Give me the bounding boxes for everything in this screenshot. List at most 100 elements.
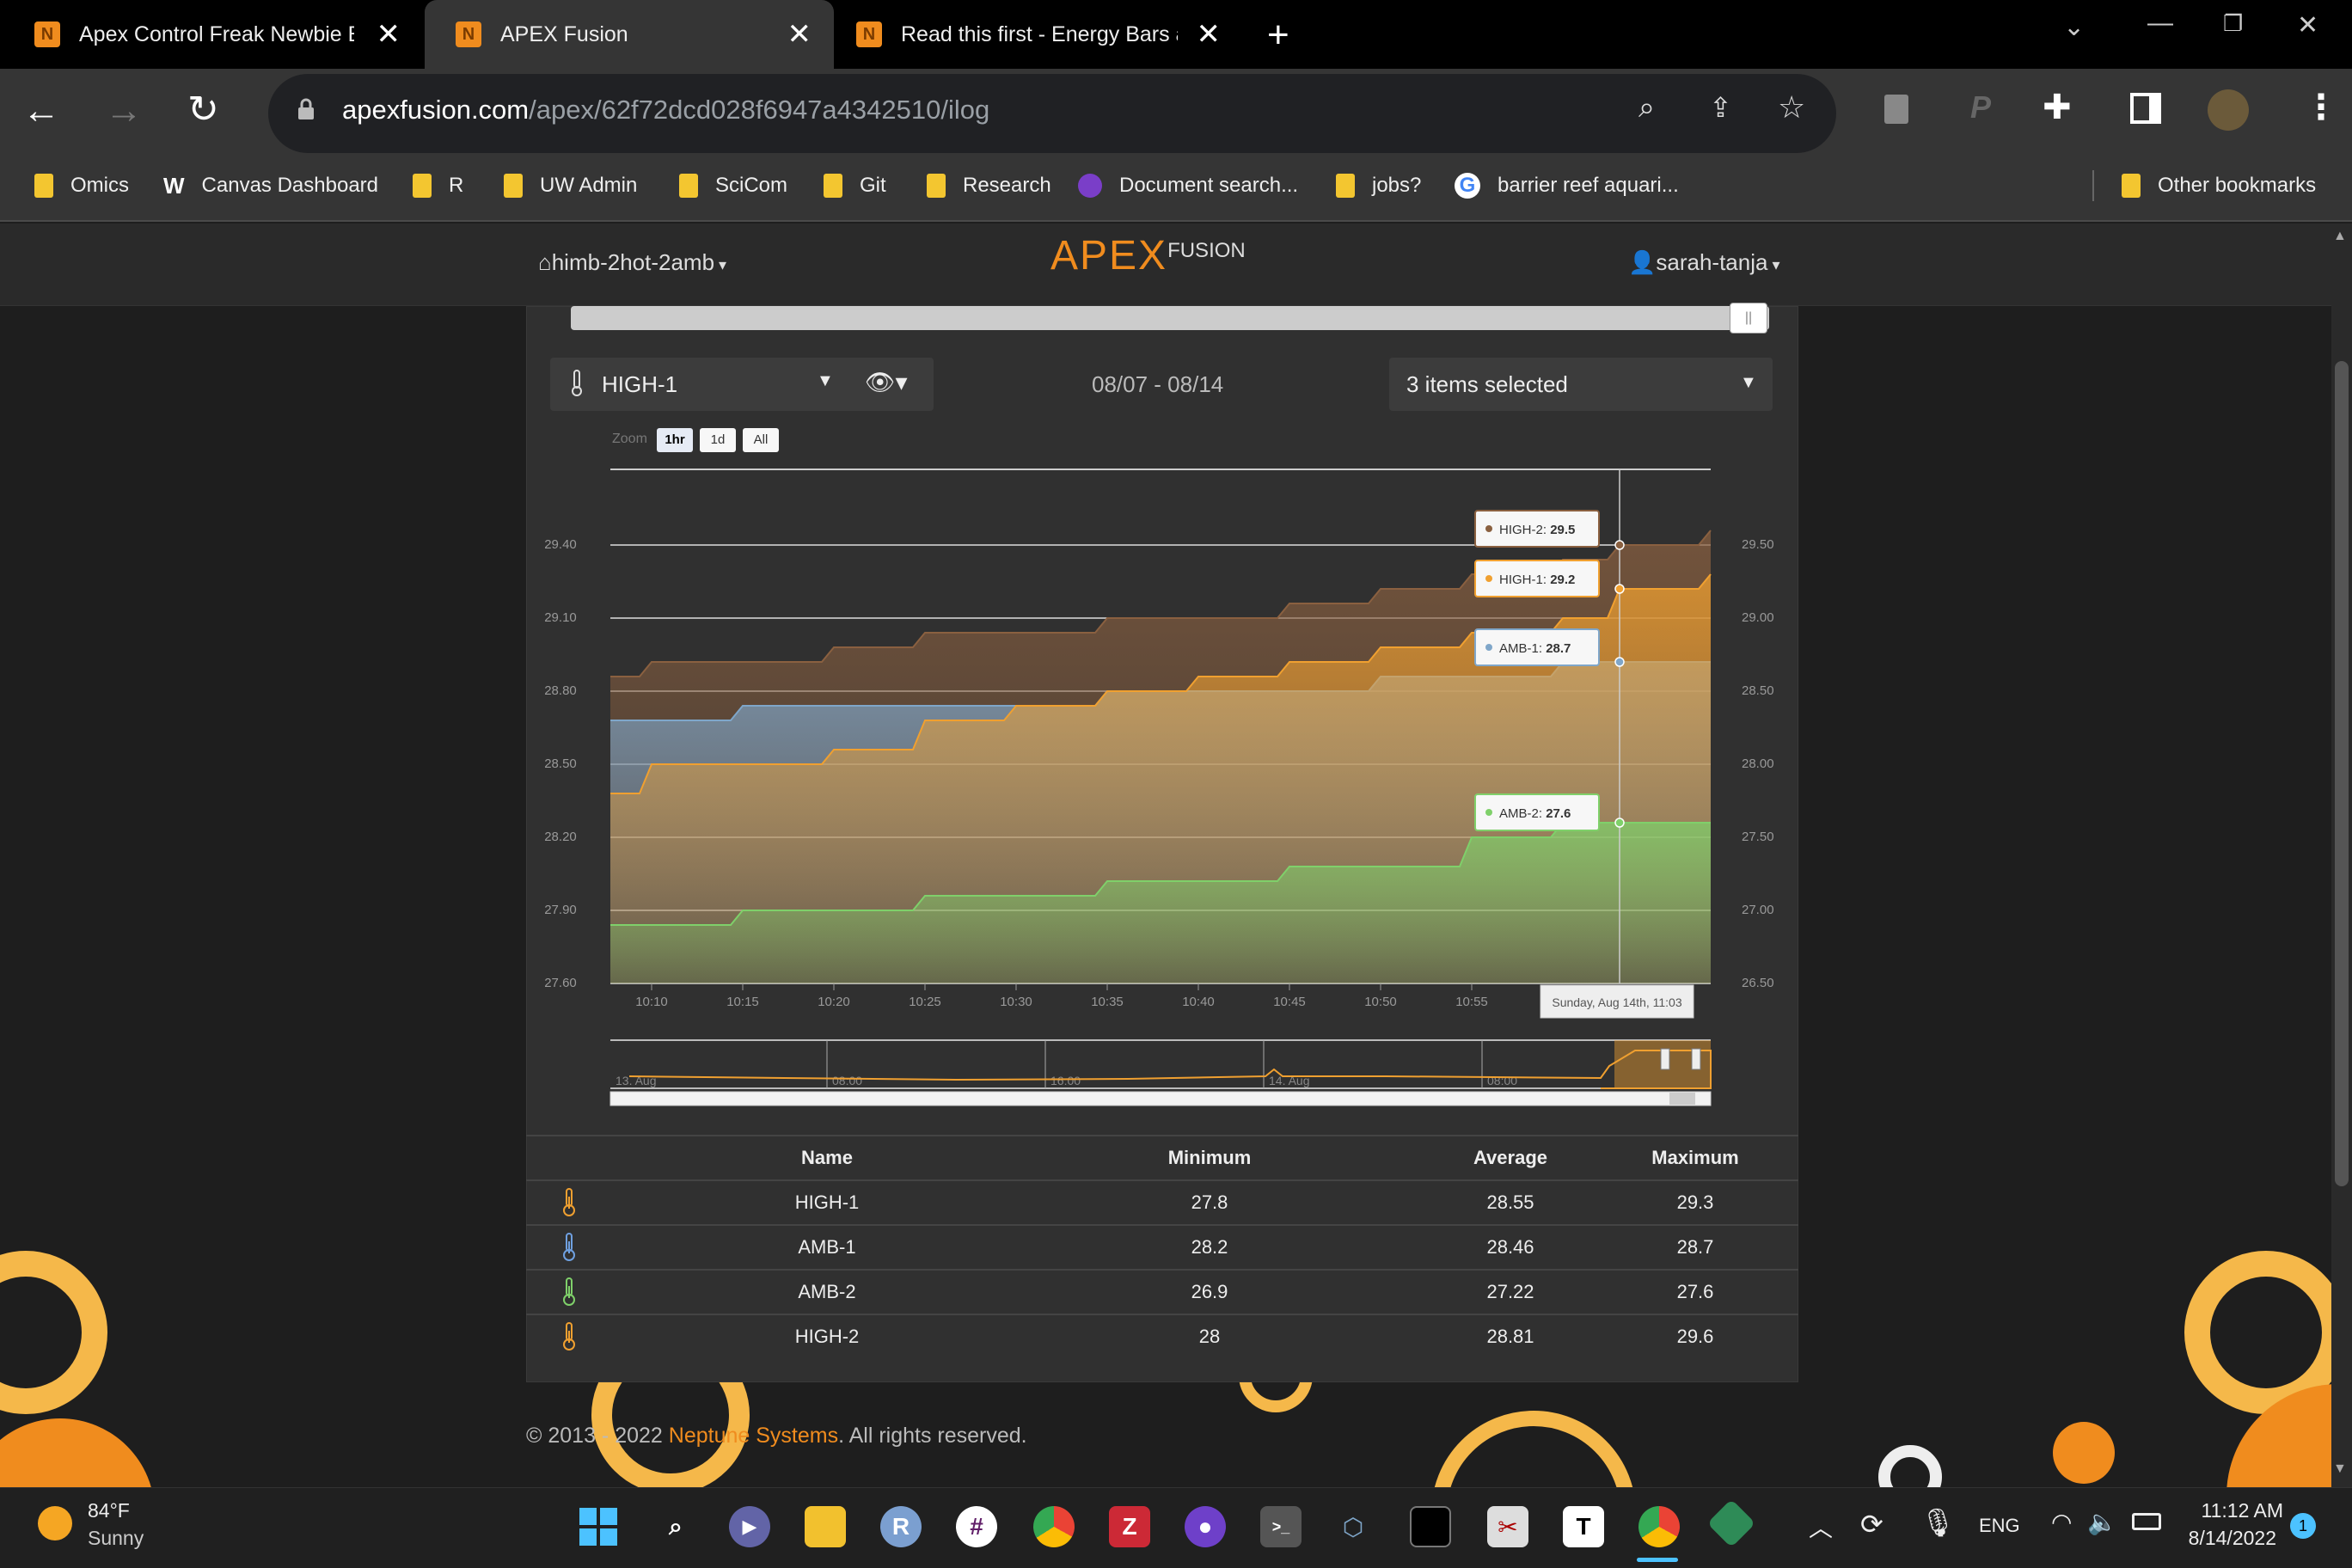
bookmark-barrier-reef[interactable]: Gbarrier reef aquari... — [1455, 168, 1679, 203]
wifi-icon[interactable]: ◠ — [2051, 1508, 2072, 1536]
zoom-all-button[interactable]: All — [743, 428, 779, 452]
bookmark-other[interactable]: Other bookmarks — [2122, 168, 2316, 203]
date-range-slider[interactable]: || — [571, 303, 1769, 334]
tab-search-icon[interactable]: ⌄ — [2063, 12, 2085, 42]
r-app-icon[interactable]: R — [880, 1506, 922, 1547]
user-dropdown[interactable]: 👤sarah-tanja ▾ — [1628, 249, 1780, 276]
device-dropdown[interactable]: ⌂himb-2hot-2amb ▾ — [538, 249, 726, 276]
new-tab-icon[interactable]: + — [1267, 14, 1289, 57]
stats-max: 29.6 — [1676, 1326, 1714, 1347]
window-app-icon[interactable] — [1410, 1506, 1451, 1547]
menu-icon[interactable]: ⋮ — [2304, 88, 2338, 127]
close-tab-icon[interactable]: ✕ — [787, 19, 812, 50]
folder-icon — [1336, 174, 1355, 198]
profile-avatar[interactable] — [2208, 89, 2249, 131]
github-desktop-icon[interactable]: ● — [1185, 1506, 1226, 1547]
logo-fusion-text: FUSION — [1167, 239, 1246, 262]
close-tab-icon[interactable]: ✕ — [377, 19, 401, 50]
extensions-icon[interactable]: ✚ — [2043, 88, 2072, 127]
probe-select-value: HIGH-1 — [602, 371, 678, 397]
navigator-scrollbar — [609, 1091, 1712, 1106]
terminal-icon[interactable]: >_ — [1260, 1506, 1302, 1547]
weather-temp[interactable]: 84°F — [88, 1499, 130, 1522]
active-app-indicator — [1637, 1558, 1678, 1562]
footer-copyright: © 2013 - 2022 Neptune Systems. All right… — [526, 1424, 1027, 1449]
bookmark-document-search[interactable]: Document search... — [1078, 168, 1298, 203]
y-left-tick-label: 27.60 — [544, 976, 577, 990]
tab-title: Apex Control Freak Newbie EL — [79, 21, 354, 46]
minimize-icon[interactable]: — — [2147, 9, 2173, 38]
zoom-1d-button[interactable]: 1d — [700, 428, 736, 452]
show-hidden-icons[interactable]: ︿ — [1809, 1510, 1833, 1544]
forward-icon[interactable]: → — [105, 89, 143, 132]
clock-date[interactable]: 8/14/2022 — [2184, 1527, 2276, 1550]
bookmark-r[interactable]: R — [413, 168, 463, 203]
slack-icon[interactable]: # — [956, 1506, 997, 1547]
page-scrollbar[interactable]: ▲ ▼ — [2331, 224, 2352, 1487]
virtualbox-icon[interactable]: ⬡ — [1332, 1506, 1374, 1547]
bookmark-jobs[interactable]: jobs? — [1336, 168, 1421, 203]
notification-badge[interactable]: 1 — [2290, 1513, 2316, 1539]
reader-icon[interactable] — [1884, 95, 1908, 124]
close-tab-icon[interactable]: ✕ — [1197, 19, 1222, 50]
x-tick-label: 10:15 — [726, 995, 759, 1009]
weather-sun-icon[interactable] — [38, 1506, 72, 1540]
reload-icon[interactable]: ↻ — [187, 88, 219, 132]
temperature-chart[interactable]: 27.60 26.50 27.90 27.00 28.20 27.50 28.50 28.00… — [526, 456, 1798, 1118]
y-right-tick-label: 26.50 — [1742, 976, 1774, 990]
bookmark-label: Document search... — [1119, 174, 1299, 197]
snipping-tool-icon[interactable]: ✂ — [1487, 1506, 1528, 1547]
zoom-icon[interactable]: ⌕ — [1638, 91, 1655, 125]
series-multiselect[interactable]: 3 items selected ▼ — [1389, 358, 1773, 411]
tab-read-this-first[interactable]: N Read this first - Energy Bars an ✕ — [836, 0, 1243, 69]
tooltip-high-1: HIGH-1: 29.2 — [1474, 560, 1600, 597]
sync-icon[interactable]: ⟳ — [1860, 1508, 1883, 1540]
chrome-icon[interactable] — [1033, 1506, 1075, 1547]
restore-icon[interactable]: ❐ — [2223, 10, 2243, 37]
slider-handle[interactable]: || — [1730, 303, 1767, 334]
eye-toggle-icon[interactable]: 👁▾ — [865, 368, 908, 396]
typora-icon[interactable]: T — [1563, 1506, 1604, 1547]
window-close-icon[interactable]: ✕ — [2297, 10, 2318, 40]
teams-icon[interactable]: ▶ — [729, 1506, 770, 1547]
logo-apex-text: APEX — [1050, 233, 1168, 279]
paypal-icon[interactable]: P — [1970, 89, 1991, 126]
apex-fusion-logo[interactable]: APEXFUSION — [1050, 232, 1246, 279]
scroll-down-icon[interactable]: ▼ — [2333, 1461, 2347, 1477]
tab-apex-control-freak[interactable]: N Apex Control Freak Newbie EL ✕ — [0, 0, 423, 69]
col-header-minimum: Minimum — [1167, 1147, 1252, 1168]
bookmark-uw-admin[interactable]: UW Admin — [504, 168, 637, 203]
windows-start-icon[interactable] — [578, 1506, 619, 1547]
y-right-tick-label: 27.50 — [1742, 830, 1774, 844]
bookmark-omics[interactable]: Omics — [34, 168, 129, 203]
search-icon[interactable]: ⌕ — [655, 1506, 696, 1547]
back-icon[interactable]: ← — [22, 89, 60, 132]
bookmark-star-icon[interactable]: ☆ — [1778, 89, 1805, 126]
address-bar[interactable]: apexfusion.com/apex/62f72dcd028f6947a434… — [268, 74, 1836, 153]
tab-apex-fusion[interactable]: N APEX Fusion ✕ — [425, 0, 834, 69]
chrome-profile-icon[interactable] — [1638, 1506, 1680, 1547]
weather-desc[interactable]: Sunny — [88, 1527, 144, 1550]
bookmark-scicom[interactable]: SciCom — [679, 168, 787, 203]
device-name: himb-2hot-2amb — [551, 249, 715, 275]
scroll-thumb[interactable] — [2335, 361, 2349, 1186]
neptune-link[interactable]: Neptune Systems — [669, 1424, 838, 1448]
microphone-icon[interactable]: 🎙 — [1920, 1506, 1956, 1539]
bookmark-canvas[interactable]: W Canvas Dashboard — [163, 168, 378, 203]
clock-time[interactable]: 11:12 AM — [2197, 1499, 2283, 1522]
bookmark-label: Omics — [70, 174, 129, 197]
probe-select[interactable]: HIGH-1 ▼ 👁▾ — [550, 358, 934, 411]
file-explorer-icon[interactable] — [805, 1506, 846, 1547]
scroll-up-icon[interactable]: ▲ — [2333, 229, 2347, 244]
language-indicator[interactable]: ENG — [1979, 1515, 2020, 1537]
bookmark-git[interactable]: Git — [824, 168, 886, 203]
battery-icon[interactable] — [2132, 1513, 2161, 1530]
bookmark-label: jobs? — [1372, 174, 1422, 197]
svg-text:Sunday, Aug 14th, 11:03: Sunday, Aug 14th, 11:03 — [1552, 995, 1681, 1009]
share-icon[interactable]: ⇪ — [1709, 91, 1732, 124]
zotero-icon[interactable]: Z — [1109, 1506, 1150, 1547]
side-panel-icon[interactable] — [2130, 93, 2161, 124]
bookmark-research[interactable]: Research — [927, 168, 1051, 203]
volume-icon[interactable]: 🔈 — [2087, 1508, 2117, 1536]
zoom-1hr-button[interactable]: 1hr — [657, 428, 693, 452]
